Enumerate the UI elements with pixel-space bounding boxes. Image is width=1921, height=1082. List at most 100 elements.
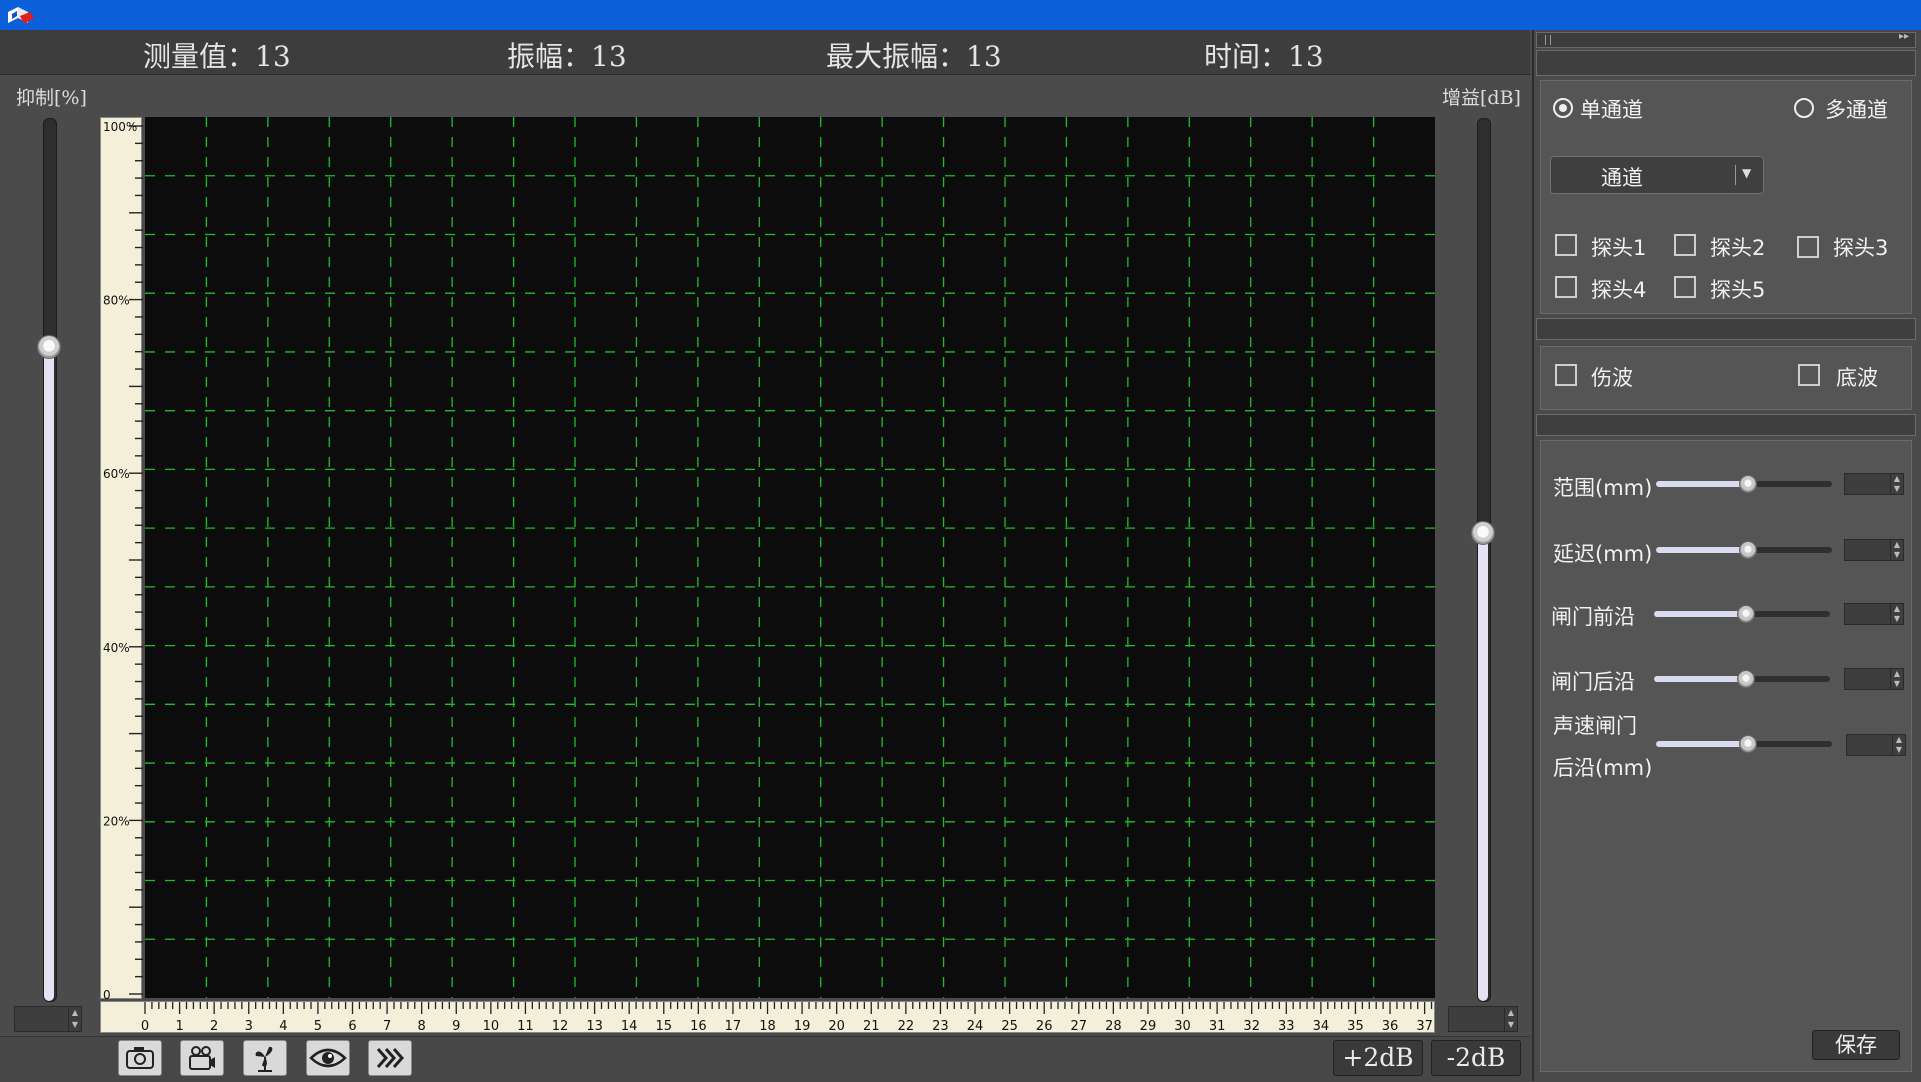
plus-2db-button[interactable]: +2dB: [1333, 1040, 1423, 1076]
sound-gate-label-line1: 声速闸门: [1553, 714, 1637, 738]
suppression-slider-fill: [44, 348, 54, 1001]
ruler-label: 7: [383, 1019, 391, 1034]
ruler-label: 1: [175, 1019, 183, 1034]
ruler-label: 35: [1347, 1019, 1364, 1034]
spin-arrows-icon[interactable]: ▲ ▼: [1890, 540, 1903, 560]
ruler-label: 37: [1416, 1019, 1433, 1034]
probe-1-label: 探头1: [1591, 236, 1647, 260]
probe-2-label: 探头2: [1710, 236, 1766, 260]
gate-front-slider-handle[interactable]: [1737, 605, 1755, 623]
probe-3-checkbox[interactable]: [1797, 236, 1819, 258]
flaw-wave-checkbox[interactable]: [1555, 364, 1577, 386]
max-amplitude-readout: 最大振幅：13: [826, 40, 1002, 73]
ruler-label: 30: [1174, 1019, 1191, 1034]
channel-select-value: 通道: [1601, 166, 1643, 190]
gain-spinbox[interactable]: ▲ ▼: [1448, 1006, 1518, 1032]
multi-channel-label: 多通道: [1825, 98, 1888, 122]
ruler-label: 6: [348, 1019, 356, 1034]
ruler-label: 26: [1036, 1019, 1053, 1034]
chevron-down-icon[interactable]: ▼: [1742, 166, 1751, 180]
scroll-grip-icon[interactable]: [1545, 35, 1551, 45]
delay-spinbox[interactable]: ▲ ▼: [1844, 539, 1904, 561]
ruler-label: 14: [621, 1019, 638, 1034]
gain-slider-handle[interactable]: [1471, 520, 1495, 545]
amplitude-readout: 振幅：13: [507, 40, 627, 73]
gate-front-label: 闸门前沿: [1551, 605, 1635, 629]
range-spinbox[interactable]: ▲ ▼: [1844, 473, 1904, 495]
range-slider-handle[interactable]: [1739, 475, 1757, 493]
horizontal-ruler: 0 1 2 3 4 5 6 7 8 9 10 11 12 13 14 15 16 17 18 19 20 21 22 23 24…: [100, 1001, 1435, 1034]
ruler-label: 29: [1140, 1019, 1157, 1034]
multi-channel-radio[interactable]: [1794, 98, 1814, 118]
ruler-label: 8: [418, 1019, 426, 1034]
double-arrow-right-icon[interactable]: ▸▸: [1899, 31, 1909, 42]
save-button[interactable]: 保存: [1812, 1030, 1900, 1060]
probe-5-checkbox[interactable]: [1674, 276, 1696, 298]
suppression-slider[interactable]: [43, 118, 57, 1002]
ruler-label: 11: [517, 1019, 534, 1034]
ruler-label: 4: [279, 1019, 287, 1034]
delay-label: 延迟(mm): [1553, 542, 1653, 566]
forward-button[interactable]: [368, 1040, 412, 1076]
section-separator: [1536, 414, 1916, 436]
ruler-label: 0: [103, 988, 111, 1000]
ruler-label: 23: [932, 1019, 949, 1034]
section-separator: [1536, 318, 1916, 340]
suppression-slider-handle[interactable]: [37, 335, 61, 360]
probe-1-checkbox[interactable]: [1555, 234, 1577, 256]
ruler-label: 27: [1071, 1019, 1088, 1034]
ruler-label: 33: [1278, 1019, 1295, 1034]
ruler-label: 18: [759, 1019, 776, 1034]
delay-slider-handle[interactable]: [1739, 541, 1757, 559]
probe-2-checkbox[interactable]: [1674, 234, 1696, 256]
waveform-grid: [145, 117, 1435, 998]
ruler-label: 25: [1001, 1019, 1018, 1034]
channel-select[interactable]: 通道 ▼: [1550, 156, 1764, 194]
ruler-label: 0: [141, 1019, 149, 1034]
spin-arrows-icon[interactable]: ▲ ▼: [68, 1007, 81, 1031]
gate-back-label: 闸门后沿: [1551, 670, 1635, 694]
select-divider: [1735, 165, 1736, 185]
gate-back-slider-handle[interactable]: [1737, 670, 1755, 688]
ruler-label: 21: [863, 1019, 880, 1034]
fan-button[interactable]: [243, 1040, 287, 1076]
gain-slider[interactable]: [1477, 118, 1491, 1002]
spin-arrows-icon[interactable]: ▲ ▼: [1890, 669, 1903, 689]
time-readout: 时间：13: [1204, 40, 1324, 73]
single-channel-radio[interactable]: [1553, 98, 1573, 118]
gate-back-spinbox[interactable]: ▲ ▼: [1844, 668, 1904, 690]
ruler-label: 34: [1313, 1019, 1330, 1034]
view-button[interactable]: [306, 1040, 350, 1076]
sound-gate-slider-handle[interactable]: [1739, 735, 1757, 753]
sound-gate-spinbox[interactable]: ▲ ▼: [1846, 734, 1906, 756]
slider-fill: [1654, 676, 1748, 682]
ruler-label: 80%: [103, 294, 130, 308]
fast-forward-icon: [376, 1048, 405, 1068]
spin-arrows-icon[interactable]: ▲ ▼: [1892, 735, 1905, 755]
ruler-label: 15: [655, 1019, 672, 1034]
gate-front-spinbox[interactable]: ▲ ▼: [1844, 603, 1904, 625]
record-button[interactable]: [180, 1040, 224, 1076]
spin-arrows-icon[interactable]: ▲ ▼: [1504, 1007, 1517, 1031]
screenshot-button[interactable]: [118, 1040, 162, 1076]
fan-icon: [255, 1046, 273, 1072]
suppression-spinbox[interactable]: ▲ ▼: [14, 1006, 82, 1032]
panel-header-bar: [1536, 50, 1916, 76]
ruler-label: 17: [725, 1019, 742, 1034]
spin-arrows-icon[interactable]: ▲ ▼: [1890, 604, 1903, 624]
slider-fill: [1654, 611, 1748, 617]
vertical-ruler: 100% 80% 60% 40% 20% 0: [100, 117, 143, 1000]
spin-arrows-icon[interactable]: ▲ ▼: [1890, 474, 1903, 494]
probe-4-checkbox[interactable]: [1555, 276, 1577, 298]
ruler-label: 12: [552, 1019, 569, 1034]
probe-4-label: 探头4: [1591, 278, 1647, 302]
sound-gate-label-line2: 后沿(mm): [1553, 756, 1653, 780]
horizontal-ruler-ticks: 0 1 2 3 4 5 6 7 8 9 10 11 12 13 14 15 16 17 18 19 20 21 22 23 24…: [141, 1002, 1433, 1034]
bottom-wave-checkbox[interactable]: [1798, 364, 1820, 386]
minus-2db-button[interactable]: -2dB: [1431, 1040, 1521, 1076]
panel-scrollbar[interactable]: ▸▸: [1536, 31, 1916, 48]
ruler-label: 20: [828, 1019, 845, 1034]
ruler-label: 5: [314, 1019, 322, 1034]
video-camera-icon: [189, 1046, 215, 1070]
slider-fill: [1656, 481, 1750, 487]
